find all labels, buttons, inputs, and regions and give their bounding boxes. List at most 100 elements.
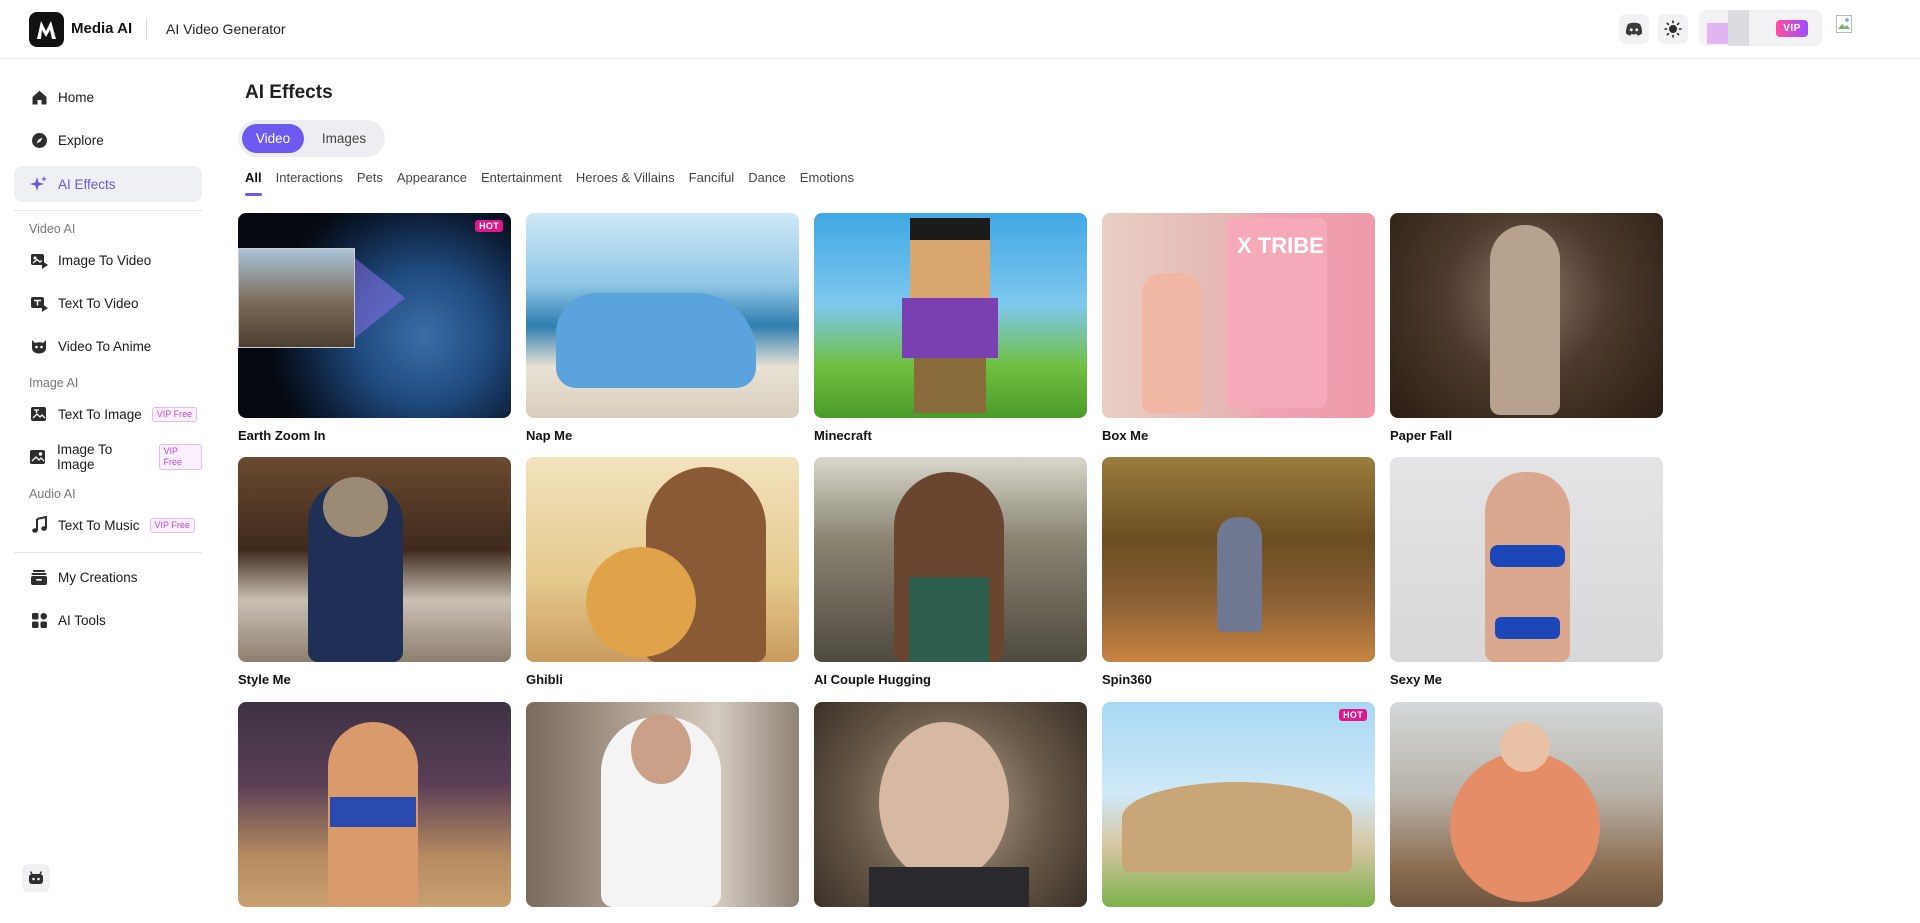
effect-thumbnail[interactable] <box>1390 702 1663 907</box>
effect-thumbnail[interactable] <box>238 702 511 907</box>
effect-thumbnail[interactable]: X TRIBE <box>1102 213 1375 418</box>
logo-text[interactable]: Media AI <box>71 20 132 37</box>
sidebar-item-text-to-image[interactable]: Text To Image VIP Free <box>14 396 202 432</box>
effect-thumbnail[interactable] <box>238 457 511 662</box>
swimwear-bottom <box>1495 617 1560 639</box>
sidebar-item-ai-effects[interactable]: AI Effects <box>14 166 202 202</box>
sidebar-item-label: Text To Video <box>58 295 139 311</box>
effect-card-ghibli[interactable]: Ghibli <box>526 457 799 687</box>
man-head <box>631 714 691 784</box>
effect-card-row3-4[interactable]: HOT <box>1102 702 1375 917</box>
effect-thumbnail[interactable] <box>1390 457 1663 662</box>
effect-thumbnail[interactable]: HOT <box>238 213 511 418</box>
effect-card-spin360[interactable]: Spin360 <box>1102 457 1375 687</box>
effect-label: Minecraft <box>814 428 872 443</box>
effect-card-minecraft[interactable]: Minecraft <box>814 213 1087 443</box>
effect-label: Paper Fall <box>1390 428 1453 443</box>
doll-figure <box>1142 273 1202 413</box>
top-header: Media AI AI Video Generator VIP <box>0 0 1920 59</box>
figure-head <box>1500 722 1550 772</box>
swimwear-top <box>1490 545 1565 567</box>
image-video-icon <box>29 250 49 270</box>
sidebar-item-ai-tools[interactable]: AI Tools <box>14 602 202 638</box>
sidebar-item-image-to-image[interactable]: Image To Image VIP Free <box>14 439 202 475</box>
effect-card-box-me[interactable]: X TRIBE Box Me <box>1102 213 1375 443</box>
sidebar-item-label: AI Tools <box>58 612 106 628</box>
header-divider <box>146 18 147 40</box>
effect-thumbnail[interactable] <box>1390 213 1663 418</box>
effect-thumbnail[interactable] <box>814 702 1087 907</box>
sidebar-item-video-to-anime[interactable]: Video To Anime <box>14 328 202 364</box>
segment-images[interactable]: Images <box>308 124 380 153</box>
effect-label: Box Me <box>1102 428 1149 443</box>
avatar[interactable] <box>1836 15 1852 33</box>
effect-card-paper-fall[interactable]: Paper Fall <box>1390 213 1663 443</box>
effect-label: AI Couple Hugging <box>814 672 931 687</box>
effect-thumbnail[interactable] <box>1102 457 1375 662</box>
uniform-top <box>330 797 416 827</box>
tab-interactions[interactable]: Interactions <box>276 170 343 196</box>
sidebar-item-text-to-video[interactable]: Text To Video <box>14 285 202 321</box>
home-icon <box>29 87 49 107</box>
logo-icon[interactable] <box>29 12 64 47</box>
sidebar-item-explore[interactable]: Explore <box>14 122 202 158</box>
theme-toggle-icon[interactable] <box>1658 14 1688 44</box>
effect-thumbnail[interactable] <box>814 213 1087 418</box>
effect-card-row3-2[interactable] <box>526 702 799 917</box>
sidebar-item-label: Image To Video <box>58 252 152 268</box>
sidebar-item-text-to-music[interactable]: Text To Music VIP Free <box>14 507 202 543</box>
sidebar-group-image-ai: Image AI <box>29 376 79 390</box>
effect-thumbnail[interactable] <box>814 457 1087 662</box>
green-top <box>909 577 989 662</box>
effect-thumbnail[interactable] <box>526 457 799 662</box>
segment-video[interactable]: Video <box>242 124 304 153</box>
effect-card-earth-zoom-in[interactable]: HOT Earth Zoom In <box>238 213 511 443</box>
blanket-shape <box>556 293 756 388</box>
effect-card-nap-me[interactable]: Nap Me <box>526 213 799 443</box>
colosseum-shape <box>1122 782 1352 872</box>
effect-card-sexy-me[interactable]: Sexy Me <box>1390 457 1663 687</box>
assistant-bot-icon[interactable] <box>22 864 50 892</box>
hot-badge: HOT <box>1339 709 1367 721</box>
sidebar-item-label: Video To Anime <box>58 338 152 354</box>
sidebar-item-my-creations[interactable]: My Creations <box>14 559 202 595</box>
effect-card-ai-couple-hugging[interactable]: AI Couple Hugging <box>814 457 1087 687</box>
effect-card-style-me[interactable]: Style Me <box>238 457 511 687</box>
effect-thumbnail[interactable] <box>526 213 799 418</box>
compass-icon <box>29 130 49 150</box>
effect-thumbnail[interactable]: HOT <box>1102 702 1375 907</box>
sidebar-divider <box>14 552 202 553</box>
tab-emotions[interactable]: Emotions <box>800 170 854 196</box>
effect-card-row3-5[interactable] <box>1390 702 1663 917</box>
effect-card-row3-1[interactable] <box>238 702 511 917</box>
blocky-body <box>902 298 998 358</box>
sidebar-item-label: Image To Image <box>57 442 113 472</box>
effect-label: Ghibli <box>526 672 563 687</box>
tab-pets[interactable]: Pets <box>357 170 383 196</box>
sidebar-item-label: AI Effects <box>58 176 116 192</box>
sidebar-item-home[interactable]: Home <box>14 79 202 115</box>
tab-entertainment[interactable]: Entertainment <box>481 170 562 196</box>
tab-all[interactable]: All <box>245 170 262 196</box>
effect-card-row3-3[interactable] <box>814 702 1087 917</box>
tab-dance[interactable]: Dance <box>748 170 786 196</box>
tools-icon <box>29 610 49 630</box>
anime-icon <box>29 336 49 356</box>
inset-photo <box>238 248 355 348</box>
sidebar-item-label: My Creations <box>58 569 138 585</box>
inflated-figure <box>1450 752 1600 902</box>
cat-head <box>323 477 388 537</box>
effect-label: Earth Zoom In <box>238 428 326 443</box>
discord-icon[interactable] <box>1619 14 1649 44</box>
tab-heroes-villains[interactable]: Heroes & Villains <box>576 170 675 196</box>
effect-thumbnail[interactable] <box>526 702 799 907</box>
text-video-icon <box>29 293 49 313</box>
tab-fanciful[interactable]: Fanciful <box>689 170 735 196</box>
media-type-toggle: Video Images <box>238 120 385 157</box>
tab-appearance[interactable]: Appearance <box>397 170 467 196</box>
effect-label: Spin360 <box>1102 672 1152 687</box>
sidebar-item-image-to-video[interactable]: Image To Video <box>14 242 202 278</box>
vip-badge[interactable]: VIP <box>1776 20 1808 37</box>
credits-vip-panel[interactable]: VIP <box>1699 10 1822 46</box>
text-image-icon <box>29 404 49 424</box>
